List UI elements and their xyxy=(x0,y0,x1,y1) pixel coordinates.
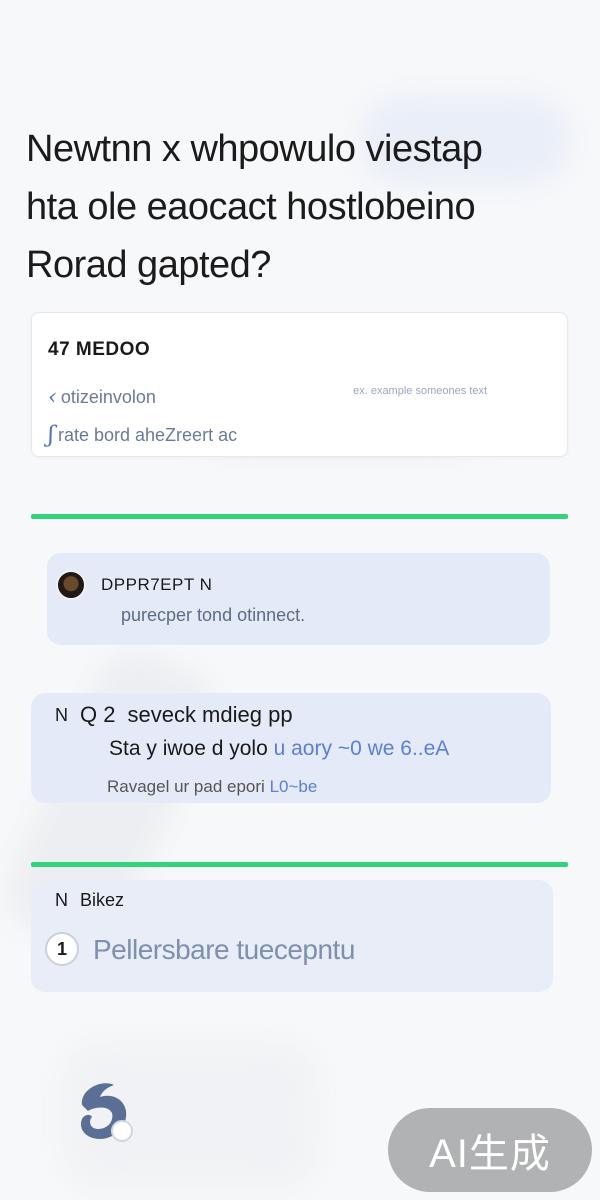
detail-row: ʃ rate bord aheZreert ac xyxy=(48,423,237,448)
answer-link[interactable]: L0~be xyxy=(270,777,318,796)
question-line: hta ole eaocact hostlobeino xyxy=(26,186,476,228)
answer-title: Bikez xyxy=(80,890,125,910)
mascot-icon xyxy=(80,1083,133,1142)
answer-index: N xyxy=(55,890,68,910)
detail-row-text: otizeinvolon xyxy=(60,387,156,407)
answer-author[interactable]: DPPR7EPT N xyxy=(101,575,212,595)
detail-row: ‹ otizeinvolon xyxy=(48,385,156,410)
quote-icon: ʃ xyxy=(48,423,54,448)
answer-subtext-main: Ravagel ur pad epori xyxy=(107,777,265,796)
answer-text: Sta y iwoe d yolo u aory ~0 we 6..eA xyxy=(109,737,449,761)
question-detail-card[interactable]: 47 MEDOO ‹ otizeinvolon ex. example some… xyxy=(31,312,568,457)
answer-card[interactable]: N Q 2 seveck mdieg pp Sta y iwoe d yolo … xyxy=(31,693,551,803)
answer-title: seveck mdieg pp xyxy=(127,702,293,727)
question-title: Newtnn x whpowulo viestap hta ole eaocac… xyxy=(26,120,582,294)
user-avatar[interactable] xyxy=(56,570,86,600)
answer-text: Pellersbare tuecepntu xyxy=(93,934,355,965)
answer-text-main: Sta y iwoe d yolo xyxy=(109,737,268,760)
detail-hint: ex. example someones text xyxy=(353,385,487,397)
quote-icon: ‹ xyxy=(48,385,57,410)
section-divider xyxy=(31,514,568,519)
answer-meta: N Bikez xyxy=(55,890,124,911)
answer-link[interactable]: u aory ~0 we 6..eA xyxy=(274,737,450,760)
question-line: Newtnn x whpowulo viestap xyxy=(26,128,483,170)
answer-count: Q 2 xyxy=(80,702,116,727)
ai-generated-badge: AI生成 xyxy=(388,1108,592,1192)
answer-card[interactable]: DPPR7EPT N purecper tond otinnect. xyxy=(47,553,550,645)
answer-badge: 1 xyxy=(45,932,79,966)
answer-meta: N Q 2 seveck mdieg pp xyxy=(55,702,293,728)
answer-text: purecper tond otinnect. xyxy=(121,605,306,625)
answer-index: N xyxy=(55,704,68,725)
answer-subtext: Ravagel ur pad epori L0~be xyxy=(107,777,317,797)
detail-heading: 47 MEDOO xyxy=(48,339,151,360)
answer-card[interactable]: N Bikez 1 Pellersbare tuecepntu xyxy=(31,880,553,992)
question-line: Rorad gapted? xyxy=(26,244,271,286)
section-divider xyxy=(31,862,568,867)
detail-row-text: rate bord aheZreert ac xyxy=(57,425,238,445)
qa-page: Newtnn x whpowulo viestap hta ole eaocac… xyxy=(0,0,600,1200)
